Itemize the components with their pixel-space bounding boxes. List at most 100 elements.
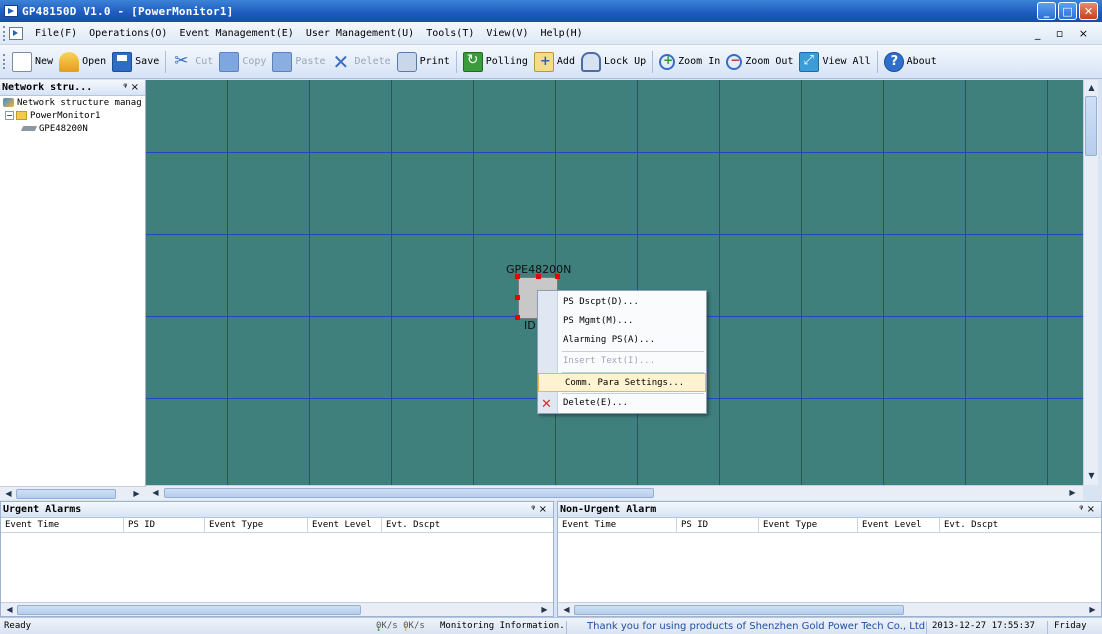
zoom-in-button[interactable]: Zoom In <box>656 48 723 76</box>
lock-up-button[interactable]: Lock Up <box>578 48 649 76</box>
mdi-controls[interactable]: _ ▫ × <box>1035 27 1102 40</box>
tree-device[interactable]: GPE48200N <box>0 122 145 135</box>
status-ready: Ready <box>4 621 32 631</box>
menu-tools[interactable]: Tools(T) <box>420 28 480 39</box>
menu-help[interactable]: Help(H) <box>535 28 589 39</box>
scroll-thumb[interactable] <box>16 489 116 499</box>
print-button[interactable]: Print <box>394 48 453 76</box>
urgent-alarms-title: Urgent Alarms <box>3 504 82 515</box>
ctx-insert-text[interactable]: Insert Text(I)... <box>559 352 706 371</box>
delete-red-x-icon: ✕ <box>541 397 552 412</box>
scroll-up-icon[interactable]: ▲ <box>1085 82 1098 93</box>
column-header[interactable]: PS ID <box>677 518 759 532</box>
ctx-alarming-ps[interactable]: Alarming PS(A)... <box>559 331 706 350</box>
urgent-horizontal-scrollbar[interactable]: ◀ ▶ <box>1 602 553 616</box>
paste-button[interactable]: Paste <box>269 48 328 76</box>
toolbar-separator <box>165 50 167 73</box>
column-header[interactable]: Event Level <box>858 518 940 532</box>
collapse-icon[interactable]: − <box>5 111 14 120</box>
polling-icon <box>462 51 483 72</box>
about-button[interactable]: About <box>881 48 940 76</box>
scroll-right-icon[interactable]: ▶ <box>538 604 551 615</box>
view-all-button[interactable]: View All <box>796 48 873 76</box>
tree-folder-label: PowerMonitor1 <box>30 110 101 121</box>
scroll-thumb[interactable] <box>574 605 904 615</box>
selection-handle[interactable] <box>515 274 520 279</box>
about-label: About <box>906 56 937 67</box>
scroll-thumb[interactable] <box>1085 96 1097 156</box>
scroll-down-icon[interactable]: ▼ <box>1085 470 1098 481</box>
column-header[interactable]: Event Type <box>205 518 308 532</box>
column-header[interactable]: Evt. Dscpt <box>940 518 1101 532</box>
urgent-alarms-panel: Urgent Alarms ᵠ × Event Time PS ID Event… <box>0 501 554 617</box>
polling-button[interactable]: Polling <box>460 48 531 76</box>
scroll-thumb[interactable] <box>164 488 654 498</box>
menu-grip[interactable] <box>3 25 6 41</box>
panel-pin-close-icon[interactable]: ᵠ × <box>123 82 139 93</box>
ctx-delete[interactable]: Delete(E)... <box>559 394 706 413</box>
device-icon <box>20 126 38 131</box>
panel-pin-close-icon[interactable]: ᵠ × <box>531 504 547 515</box>
column-header[interactable]: Event Time <box>1 518 124 532</box>
maximize-button[interactable]: □ <box>1058 2 1077 20</box>
menu-view[interactable]: View(V) <box>480 28 534 39</box>
zoom-out-button[interactable]: Zoom Out <box>723 48 796 76</box>
ctx-ps-management[interactable]: PS Mgmt(M)... <box>559 312 706 331</box>
copy-icon <box>219 51 240 72</box>
selection-handle[interactable] <box>555 274 560 279</box>
minimize-button[interactable]: _ <box>1037 2 1056 20</box>
column-header[interactable]: Event Level <box>308 518 382 532</box>
ctx-ps-description[interactable]: PS Dscpt(D)... <box>559 293 706 312</box>
status-thanks: Thank you for using products of Shenzhen… <box>587 621 926 632</box>
delete-button[interactable]: Delete <box>329 48 394 76</box>
window-title: GP48150D V1.0 - [PowerMonitor1] <box>22 4 234 18</box>
scroll-thumb[interactable] <box>17 605 361 615</box>
panel-pin-close-icon[interactable]: ᵠ × <box>1079 504 1095 515</box>
ctx-comm-para-settings[interactable]: Comm. Para Settings... <box>538 373 706 392</box>
tree-root[interactable]: Network structure manag <box>0 96 145 109</box>
column-header[interactable]: Evt. Dscpt <box>382 518 553 532</box>
non-urgent-alarms-columns: Event Time PS ID Event Type Event Level … <box>558 518 1101 533</box>
column-header[interactable]: PS ID <box>124 518 205 532</box>
network-canvas[interactable]: GPE48200N ID <box>146 80 1083 485</box>
scroll-left-icon[interactable]: ◀ <box>560 604 573 615</box>
canvas-horizontal-scrollbar[interactable]: ◀ ▶ <box>146 485 1083 500</box>
selection-handle[interactable] <box>536 274 541 279</box>
document-icon[interactable] <box>9 26 23 40</box>
toolbar-separator <box>652 50 654 73</box>
tree-folder[interactable]: − PowerMonitor1 <box>0 109 145 122</box>
menu-event-management[interactable]: Event Management(E) <box>173 28 299 39</box>
canvas-vertical-scrollbar[interactable]: ▲ ▼ <box>1083 80 1098 485</box>
scroll-right-icon[interactable]: ▶ <box>1086 604 1099 615</box>
zoom-out-icon <box>726 53 743 70</box>
zoom-in-icon <box>659 53 676 70</box>
scroll-right-icon[interactable]: ▶ <box>130 488 143 499</box>
menu-user-management[interactable]: User Management(U) <box>300 28 420 39</box>
add-button[interactable]: Add <box>531 48 578 76</box>
menu-operations[interactable]: Operations(O) <box>83 28 173 39</box>
non-urgent-horizontal-scrollbar[interactable]: ◀ ▶ <box>558 602 1101 616</box>
scroll-left-icon[interactable]: ◀ <box>149 487 162 498</box>
print-icon <box>396 51 417 72</box>
selection-handle[interactable] <box>515 315 520 320</box>
open-label: Open <box>82 56 107 67</box>
cut-button[interactable]: Cut <box>169 48 216 76</box>
new-button[interactable]: New <box>9 48 56 76</box>
new-label: New <box>35 56 54 67</box>
open-button[interactable]: Open <box>56 48 109 76</box>
save-button[interactable]: Save <box>109 48 162 76</box>
close-button[interactable]: ✕ <box>1079 2 1098 20</box>
menu-bar: File(F) Operations(O) Event Management(E… <box>0 22 1102 45</box>
network-speed: ↓ 0K/s ↑ 0K/s <box>376 621 425 634</box>
menu-file[interactable]: File(F) <box>29 28 83 39</box>
scroll-left-icon[interactable]: ◀ <box>3 604 16 615</box>
scroll-left-icon[interactable]: ◀ <box>2 488 15 499</box>
scroll-right-icon[interactable]: ▶ <box>1066 487 1079 498</box>
toolbar-grip[interactable] <box>3 54 6 69</box>
column-header[interactable]: Event Time <box>558 518 677 532</box>
selection-handle[interactable] <box>515 295 520 300</box>
left-horizontal-scrollbar[interactable]: ◀ ▶ <box>0 486 146 500</box>
toolbar-separator <box>876 50 878 73</box>
copy-button[interactable]: Copy <box>216 48 269 76</box>
column-header[interactable]: Event Type <box>759 518 858 532</box>
